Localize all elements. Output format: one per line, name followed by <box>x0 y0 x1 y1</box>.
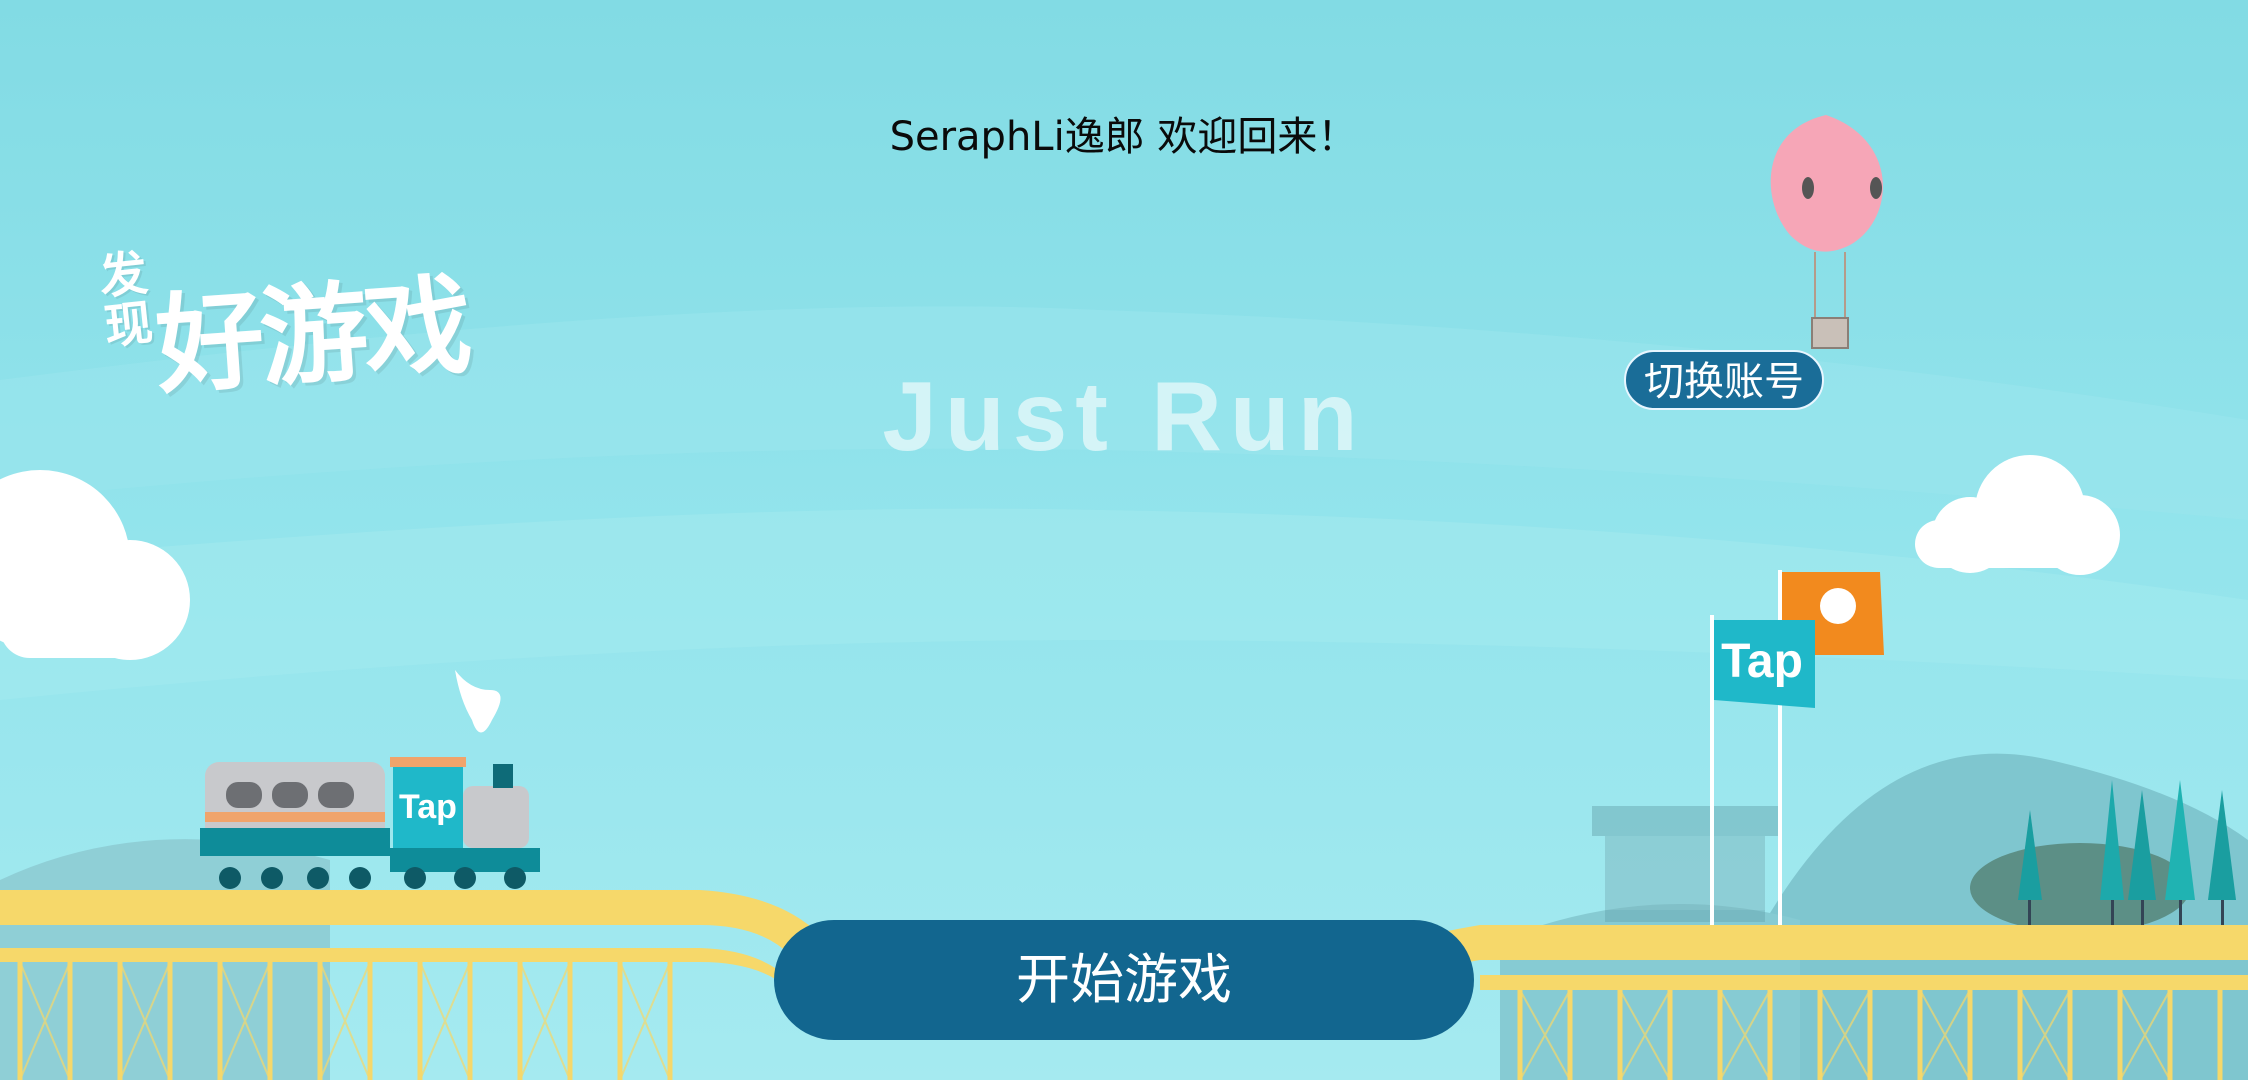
start-game-button[interactable]: 开始游戏 <box>774 920 1474 1040</box>
slogan-small: 发现 <box>96 245 156 356</box>
station-building <box>1592 806 1780 922</box>
welcome-message: SeraphLi逸郎 欢迎回来！ <box>0 104 2248 162</box>
game-title: Just Run <box>882 361 1366 471</box>
welcome-text: SeraphLi逸郎 欢迎回来！ <box>889 114 1358 160</box>
background-scene: Tap Tap <box>0 0 2248 1080</box>
train-tap-label: Tap <box>399 788 457 826</box>
svg-text:Tap: Tap <box>1721 635 1803 688</box>
switch-account-button[interactable]: 切换账号 <box>1624 350 1824 410</box>
